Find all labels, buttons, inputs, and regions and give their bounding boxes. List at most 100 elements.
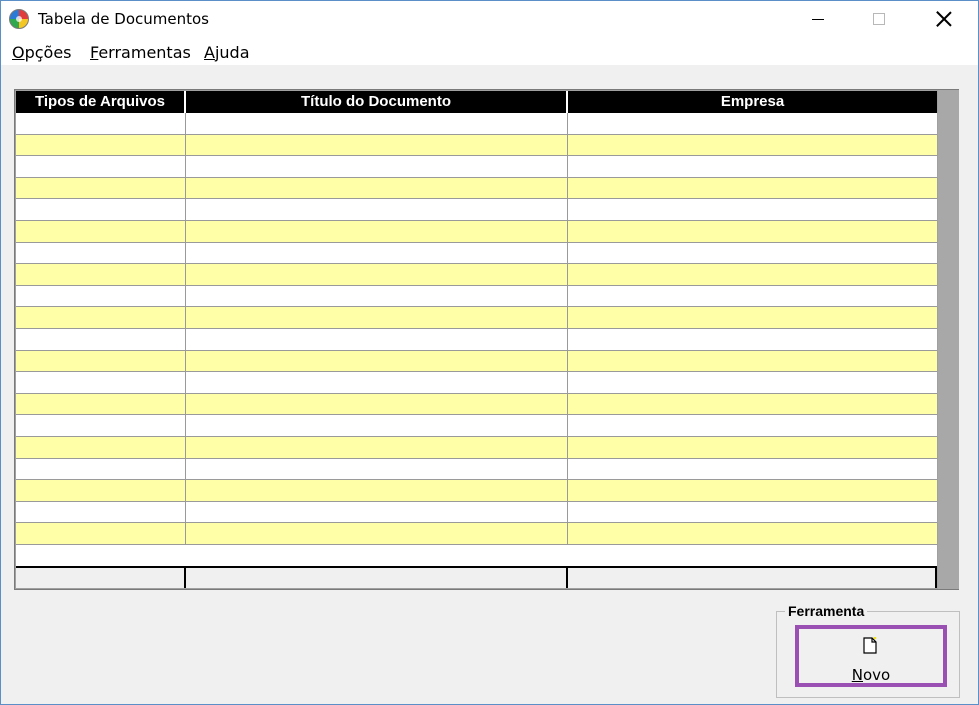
table-cell[interactable] xyxy=(16,436,186,458)
table-cell[interactable] xyxy=(186,436,568,458)
table-cell[interactable] xyxy=(186,199,568,220)
table-cell[interactable] xyxy=(186,134,568,156)
table-cell[interactable] xyxy=(16,220,186,242)
menu-opcoes-label: pções xyxy=(24,43,72,62)
table-cell[interactable] xyxy=(568,523,937,544)
table-cell[interactable] xyxy=(568,307,937,328)
table-cell[interactable] xyxy=(16,134,186,156)
table-row[interactable] xyxy=(16,156,937,178)
table-cell[interactable] xyxy=(186,285,568,307)
table-cell[interactable] xyxy=(16,372,186,393)
table-cell[interactable] xyxy=(16,458,186,480)
table-cell[interactable] xyxy=(186,307,568,328)
table-cell[interactable] xyxy=(186,220,568,242)
table-cell[interactable] xyxy=(16,113,186,134)
table-row[interactable] xyxy=(16,436,937,459)
table-cell[interactable] xyxy=(568,135,937,156)
table-cell[interactable] xyxy=(186,480,568,501)
menu-ajuda-accel: A xyxy=(204,43,215,62)
column-header-empresa[interactable]: Empresa xyxy=(568,91,937,113)
table-cell[interactable] xyxy=(568,199,937,220)
table-cell[interactable] xyxy=(186,393,568,415)
table-row[interactable] xyxy=(16,285,937,308)
table-cell[interactable] xyxy=(16,501,186,523)
table-row[interactable] xyxy=(16,350,937,373)
table-cell[interactable] xyxy=(568,243,937,264)
grid-header: Tipos de Arquivos Título do Documento Em… xyxy=(16,91,937,113)
table-cell[interactable] xyxy=(186,242,568,264)
menu-ferramentas[interactable]: Ferramentas xyxy=(90,43,191,62)
table-cell[interactable] xyxy=(186,501,568,523)
table-cell[interactable] xyxy=(186,264,568,285)
menu-opcoes-accel: O xyxy=(12,43,25,62)
table-row[interactable] xyxy=(16,328,937,351)
table-cell[interactable] xyxy=(568,113,937,134)
maximize-button[interactable] xyxy=(856,1,902,37)
menu-ajuda[interactable]: Ajuda xyxy=(204,43,250,62)
table-row[interactable] xyxy=(16,199,937,221)
table-cell[interactable] xyxy=(16,199,186,220)
table-cell[interactable] xyxy=(16,393,186,415)
table-row[interactable] xyxy=(16,393,937,416)
column-header-tipos[interactable]: Tipos de Arquivos xyxy=(16,91,186,113)
table-row[interactable] xyxy=(16,415,937,437)
table-cell[interactable] xyxy=(186,113,568,134)
tool-group-label: Ferramenta xyxy=(785,603,868,619)
table-cell[interactable] xyxy=(16,350,186,372)
maximize-icon xyxy=(873,13,885,25)
table-cell[interactable] xyxy=(568,156,937,177)
table-cell[interactable] xyxy=(568,480,937,501)
column-header-titulo[interactable]: Título do Documento xyxy=(186,91,568,113)
table-cell[interactable] xyxy=(16,156,186,177)
table-cell[interactable] xyxy=(16,177,186,199)
table-row[interactable] xyxy=(16,177,937,200)
table-cell[interactable] xyxy=(16,242,186,264)
table-cell[interactable] xyxy=(568,351,937,372)
table-cell[interactable] xyxy=(16,523,186,544)
table-row[interactable] xyxy=(16,307,937,329)
table-cell[interactable] xyxy=(186,415,568,436)
table-row[interactable] xyxy=(16,264,937,286)
table-row[interactable] xyxy=(16,242,937,265)
documents-grid[interactable]: Tipos de Arquivos Título do Documento Em… xyxy=(14,89,959,590)
table-cell[interactable] xyxy=(186,177,568,199)
table-cell[interactable] xyxy=(568,178,937,199)
table-cell[interactable] xyxy=(186,458,568,480)
table-row[interactable] xyxy=(16,220,937,243)
table-cell[interactable] xyxy=(16,285,186,307)
table-cell[interactable] xyxy=(568,221,937,242)
table-cell[interactable] xyxy=(16,328,186,350)
table-cell[interactable] xyxy=(16,264,186,285)
table-row[interactable] xyxy=(16,372,937,394)
table-cell[interactable] xyxy=(568,459,937,480)
table-row[interactable] xyxy=(16,113,937,135)
table-row[interactable] xyxy=(16,480,937,502)
table-cell[interactable] xyxy=(186,350,568,372)
table-row[interactable] xyxy=(16,134,937,157)
table-cell[interactable] xyxy=(568,502,937,523)
table-cell[interactable] xyxy=(186,372,568,393)
table-cell[interactable] xyxy=(568,372,937,393)
table-cell[interactable] xyxy=(568,437,937,458)
table-cell[interactable] xyxy=(568,415,937,436)
menu-opcoes[interactable]: Opções xyxy=(12,43,72,62)
table-cell[interactable] xyxy=(568,329,937,350)
minimize-button[interactable] xyxy=(795,1,841,37)
table-cell[interactable] xyxy=(568,394,937,415)
close-button[interactable] xyxy=(921,1,967,37)
novo-button-label: Novo xyxy=(799,666,943,684)
table-cell[interactable] xyxy=(16,307,186,328)
table-row[interactable] xyxy=(16,523,937,545)
table-cell[interactable] xyxy=(186,156,568,177)
table-cell[interactable] xyxy=(568,264,937,285)
table-cell[interactable] xyxy=(186,523,568,544)
table-cell[interactable] xyxy=(16,415,186,436)
menu-ferramentas-label: erramentas xyxy=(98,43,191,62)
table-cell[interactable] xyxy=(186,328,568,350)
vertical-scrollbar-area[interactable] xyxy=(938,90,959,589)
table-cell[interactable] xyxy=(568,286,937,307)
table-cell[interactable] xyxy=(16,480,186,501)
table-row[interactable] xyxy=(16,501,937,524)
novo-button[interactable]: Novo xyxy=(795,625,947,687)
table-row[interactable] xyxy=(16,458,937,481)
